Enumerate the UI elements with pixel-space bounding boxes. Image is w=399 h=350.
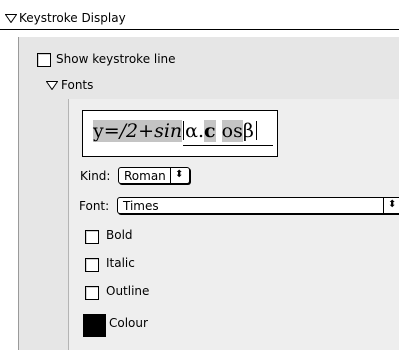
colour-label[interactable]: Colour (109, 316, 148, 330)
kind-label: Kind: (80, 169, 111, 183)
underline (183, 145, 273, 146)
show-keystroke-line-label[interactable]: Show keystroke line (56, 52, 176, 66)
colour-swatch[interactable] (83, 314, 106, 337)
font-label: Font: (79, 199, 110, 213)
updown-arrows-icon: ⬍ (175, 169, 184, 180)
divider (18, 37, 19, 350)
outline-label[interactable]: Outline (106, 284, 149, 298)
preview-text: os (221, 120, 243, 142)
preview-text: /2+sin (119, 120, 183, 142)
cursor-bracket (183, 121, 185, 140)
italic-checkbox[interactable] (85, 258, 99, 272)
preview-expression: y=/2+sin α.c osβ (93, 120, 257, 142)
updown-arrows-icon: ⬍ (388, 199, 397, 210)
cursor-bracket (255, 121, 257, 140)
kind-value: Roman (124, 169, 166, 183)
kind-popup[interactable]: Roman ⬍ (118, 167, 190, 184)
divider (68, 99, 69, 350)
divider (383, 198, 384, 213)
preview-text: α. (185, 120, 205, 142)
font-popup[interactable]: Times ⬍ (117, 197, 399, 214)
divider (0, 29, 399, 30)
show-keystroke-line-checkbox[interactable] (37, 53, 51, 67)
font-preview: y=/2+sin α.c osβ (82, 110, 278, 157)
preview-text: y= (93, 120, 120, 142)
fonts-title: Fonts (61, 78, 94, 92)
section-title: Keystroke Display (19, 11, 126, 25)
bold-checkbox[interactable] (85, 230, 99, 244)
font-value: Times (123, 199, 159, 213)
preview-text: c (204, 120, 216, 142)
disclosure-triangle-expanded-icon[interactable] (5, 14, 17, 23)
divider (170, 168, 171, 183)
disclosure-triangle-expanded-icon[interactable] (46, 81, 58, 90)
outline-checkbox[interactable] (85, 286, 99, 300)
italic-label[interactable]: Italic (106, 256, 135, 270)
preview-text: β (242, 120, 254, 142)
bold-label[interactable]: Bold (106, 228, 133, 242)
